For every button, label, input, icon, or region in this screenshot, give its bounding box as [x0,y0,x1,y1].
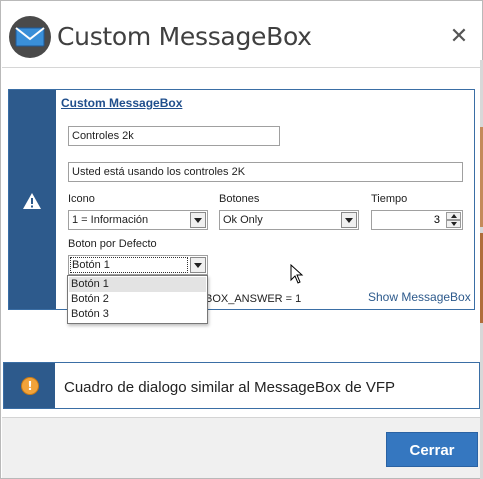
boton-defecto-label: Boton por Defecto [68,238,157,250]
warning-icon [23,193,41,209]
botones-select[interactable]: Ok Only [219,210,359,230]
tiempo-label: Tiempo [371,193,408,205]
exclamation-icon [21,377,39,395]
footer-bar: Cerrar [2,417,481,478]
botones-select-value: Ok Only [223,214,263,226]
message-strip-sidebar [4,363,55,408]
tiempo-stepper[interactable]: 3 [371,210,463,230]
dropdown-option[interactable]: Botón 3 [69,307,206,322]
close-icon[interactable]: ✕ [448,26,470,48]
icono-select-value: 1 = Información [72,214,149,226]
spin-down-icon[interactable] [446,220,461,228]
title-bar: Custom MessageBox ✕ [2,2,481,68]
message-strip: Cuadro de dialogo similar al MessageBox … [3,362,480,409]
boton-defecto-select[interactable]: Botón 1 [68,255,208,275]
envelope-icon [9,16,51,58]
close-button[interactable]: Cerrar [386,432,478,467]
chevron-down-icon[interactable] [190,212,206,228]
caption-input[interactable]: Controles 2k [68,126,280,146]
panel-sidebar [9,90,56,309]
dropdown-option[interactable]: Botón 1 [69,277,206,292]
window-title: Custom MessageBox [57,22,312,51]
result-text: BOX_ANSWER = 1 [205,293,302,305]
botones-label: Botones [219,193,260,205]
boton-defecto-dropdown-list: Botón 1 Botón 2 Botón 3 [67,275,208,324]
chevron-down-icon[interactable] [190,257,206,273]
panel-title-link[interactable]: Custom MessageBox [61,96,182,110]
spin-up-icon[interactable] [446,212,461,220]
dialog-window: Custom MessageBox ✕ Custom MessageBox Co… [0,0,483,479]
tiempo-value: 3 [433,214,440,226]
mouse-cursor-icon [290,264,304,284]
chevron-down-icon[interactable] [341,212,357,228]
message-input[interactable]: Usted está usando los controles 2K [68,162,463,182]
icono-label: Icono [68,193,95,205]
boton-defecto-select-value: Botón 1 [72,259,110,271]
show-messagebox-link[interactable]: Show MessageBox [368,290,471,304]
dropdown-option[interactable]: Botón 2 [69,292,206,307]
icono-select[interactable]: 1 = Información [68,210,208,230]
message-strip-text: Cuadro de dialogo similar al MessageBox … [64,379,396,396]
